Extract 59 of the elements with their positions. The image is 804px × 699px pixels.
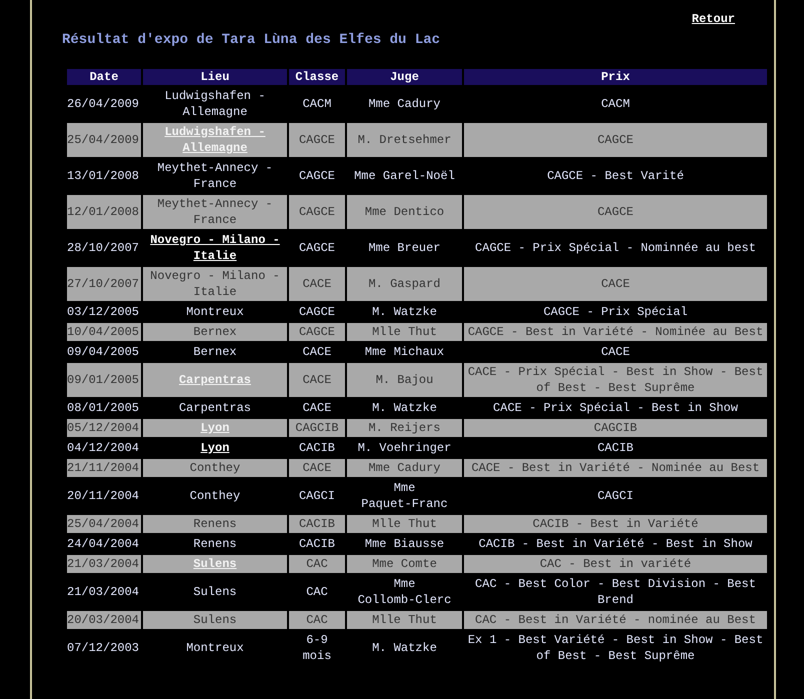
back-link[interactable]: Retour [692, 10, 735, 28]
prize-cell: CACE [464, 267, 767, 301]
date-cell: 05/12/2004 [67, 419, 141, 437]
judge-cell: M. Gaspard [347, 267, 462, 301]
date-cell: 12/01/2008 [67, 195, 141, 229]
place-link[interactable]: Carpentras [178, 372, 251, 388]
column-header: Prix [464, 69, 767, 85]
place-cell: Novegro - Milano - Italie [143, 267, 287, 301]
class-cell: CAC [289, 611, 345, 629]
column-header: Classe [289, 69, 345, 85]
prize-cell: CACE - Best in Variété - Nominée au Best [464, 459, 767, 477]
prize-cell: CAGCE [464, 123, 767, 157]
date-cell: 21/03/2004 [67, 555, 141, 573]
place-link[interactable]: Sulens [193, 556, 237, 572]
date-cell: 21/11/2004 [67, 459, 141, 477]
class-cell: CAGCE [289, 323, 345, 341]
judge-cell: M. Dretsehmer [347, 123, 462, 157]
judge-cell: Mlle Thut [347, 611, 462, 629]
date-cell: 20/03/2004 [67, 611, 141, 629]
judge-cell: Mme Comte [347, 555, 462, 573]
class-cell: CAC [289, 555, 345, 573]
date-cell: 25/04/2009 [67, 123, 141, 157]
prize-cell: CAGCE [464, 195, 767, 229]
prize-cell: CACIB - Best in Variété [464, 515, 767, 533]
prize-cell: CAGCIB [464, 419, 767, 437]
page-title: Résultat d'expo de Tara Lùna des Elfes du Lac [62, 31, 442, 50]
column-header: Lieu [143, 69, 287, 85]
place-cell: Renens [143, 515, 287, 533]
prize-cell: CAGCE - Best in Variété - Nominée au Best [464, 323, 767, 341]
place-cell: Meythet-Annecy - France [143, 195, 287, 229]
place-cell: Bernex [143, 323, 287, 341]
class-cell: CAGCE [289, 123, 345, 157]
judge-cell: Mlle Thut [347, 515, 462, 533]
class-cell: CAGCE [289, 195, 345, 229]
column-header: Juge [347, 69, 462, 85]
prize-cell: CAC - Best in Variété - nominée au Best [464, 611, 767, 629]
class-cell: CACE [289, 363, 345, 397]
place-link[interactable]: Ludwigshafen - Allemagne [143, 124, 287, 156]
place-cell: Sulens [143, 611, 287, 629]
judge-cell: Mlle Thut [347, 323, 462, 341]
place-cell: Conthey [143, 459, 287, 477]
prize-cell: CAC - Best in variété [464, 555, 767, 573]
place-link[interactable]: Novegro - Milano - Italie [143, 232, 287, 264]
class-cell: CACE [289, 267, 345, 301]
date-cell: 09/01/2005 [67, 363, 141, 397]
date-cell: 10/04/2005 [67, 323, 141, 341]
column-header: Date [67, 69, 141, 85]
date-cell: 25/04/2004 [67, 515, 141, 533]
judge-cell: Mme Cadury [347, 459, 462, 477]
place-link[interactable]: Lyon [200, 420, 230, 436]
class-cell: CAGCIB [289, 419, 345, 437]
prize-cell: CACE - Prix Spécial - Best in Show - Best of Best - Best Suprême [464, 363, 767, 397]
judge-cell: Mme Dentico [347, 195, 462, 229]
class-cell: CACE [289, 459, 345, 477]
judge-cell: M. Bajou [347, 363, 462, 397]
place-link[interactable]: Lyon [200, 440, 230, 456]
judge-cell: M. Reijers [347, 419, 462, 437]
class-cell: CACIB [289, 515, 345, 533]
date-cell: 27/10/2007 [67, 267, 141, 301]
